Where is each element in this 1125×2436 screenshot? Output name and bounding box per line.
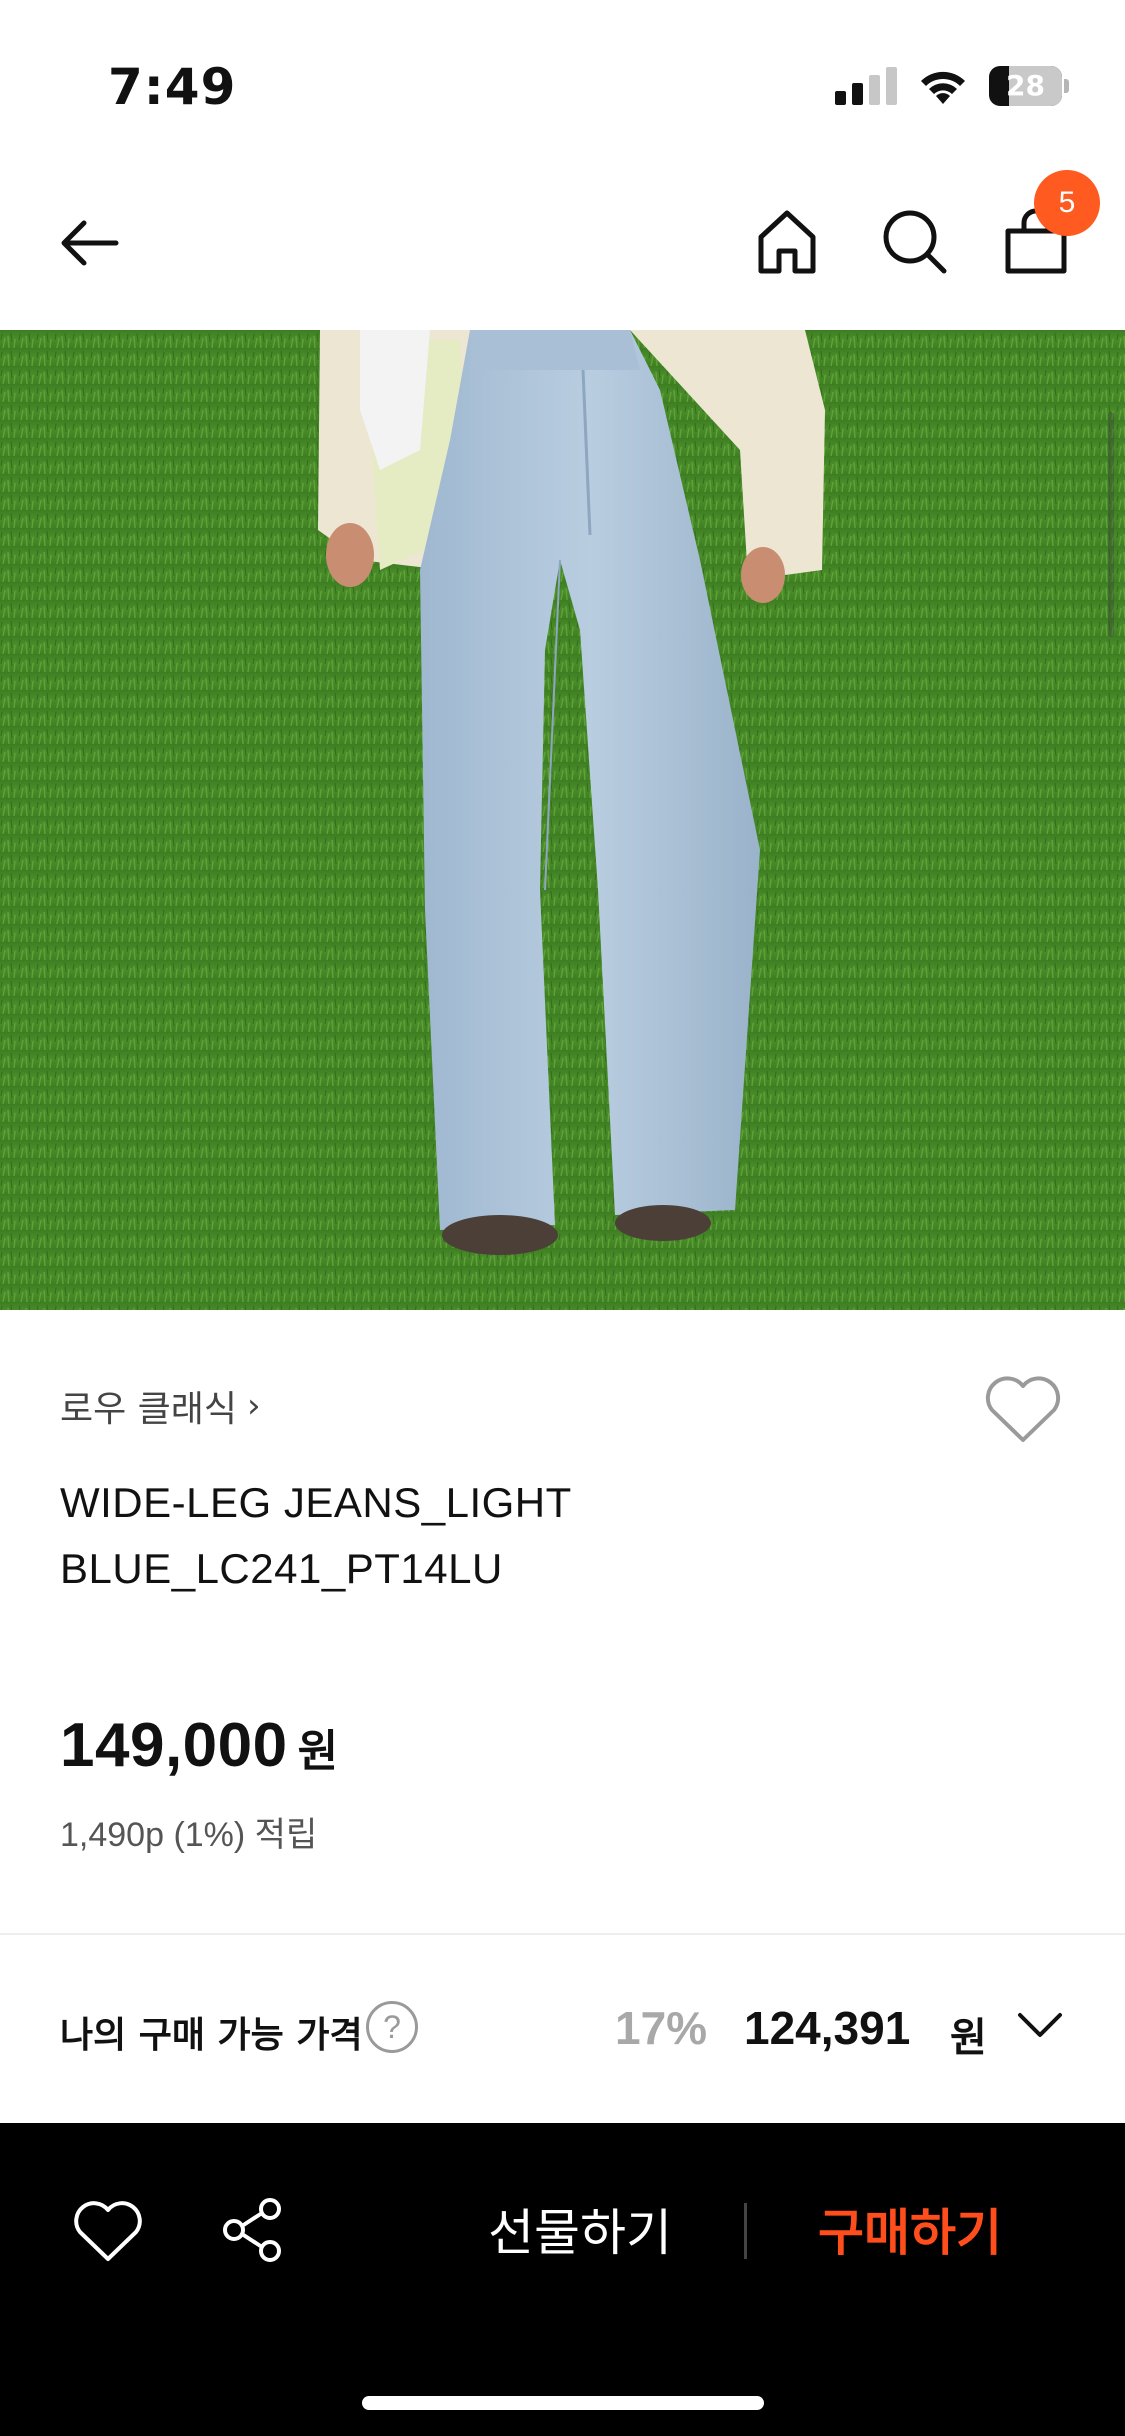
share-icon[interactable]	[218, 2195, 288, 2265]
bottom-action-bar: 선물하기 구매하기	[0, 2123, 1125, 2436]
cart-count-badge[interactable]: 5	[1034, 170, 1100, 236]
wifi-icon	[921, 71, 965, 104]
final-price-unit: 원	[950, 2015, 987, 2061]
search-icon[interactable]	[874, 201, 954, 281]
final-price: 124,391	[744, 2002, 911, 2054]
brand-link[interactable]: 로우 클래식 ›	[60, 1380, 261, 1432]
battery-icon: 28	[989, 66, 1069, 106]
gift-button[interactable]: 선물하기	[470, 2193, 690, 2273]
status-bar: 7:49 28	[0, 0, 1125, 165]
heart-icon[interactable]	[984, 1374, 1062, 1446]
price-row: 149,000 원	[60, 1710, 338, 1781]
product-title: WIDE-LEG JEANS_LIGHT BLUE_LC241_PT14LU	[60, 1479, 572, 1592]
buy-price-label: 나의 구매 가능 가격	[60, 2015, 363, 2056]
buy-price-row[interactable]: 나의 구매 가능 가격 ? 17% 124,391 원	[0, 1935, 1125, 2123]
nav-bar	[0, 165, 1125, 330]
status-icons: 28	[835, 64, 1069, 108]
chevron-down-icon[interactable]	[1012, 1997, 1068, 2053]
heart-icon[interactable]	[72, 2199, 144, 2265]
points-info: 1,490p (1%) 적립	[60, 1816, 318, 1854]
status-time: 7:49	[108, 58, 237, 116]
signal-icon	[835, 67, 897, 105]
home-icon[interactable]	[747, 201, 827, 281]
price-unit: 원	[297, 1726, 339, 1777]
separator	[744, 2203, 747, 2259]
image-scroll-indicator	[1108, 412, 1114, 637]
home-indicator	[362, 2396, 764, 2410]
buy-button[interactable]: 구매하기	[800, 2193, 1020, 2273]
chevron-right-icon: ›	[247, 1386, 261, 1426]
product-price: 149,000	[60, 1711, 288, 1780]
help-icon[interactable]: ?	[366, 2001, 418, 2053]
product-image[interactable]	[0, 330, 1125, 1310]
battery-percent: 28	[1006, 69, 1045, 102]
brand-name: 로우 클래식	[60, 1389, 238, 1430]
product-photo-wide-leg-jeans	[0, 330, 1125, 1310]
discount-rate: 17%	[615, 2002, 708, 2054]
back-arrow-icon[interactable]	[50, 203, 130, 283]
